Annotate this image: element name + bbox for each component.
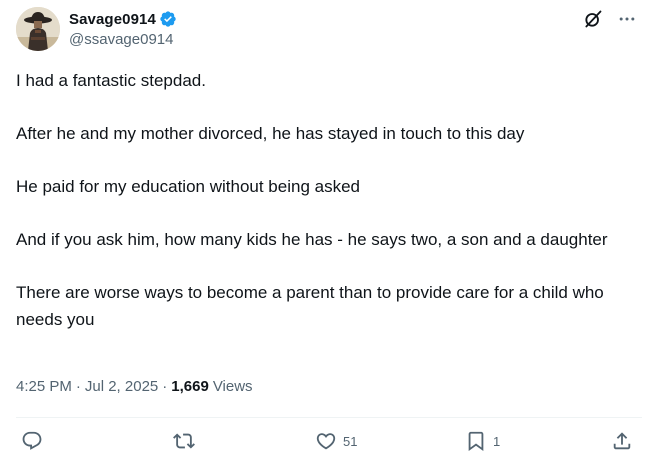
tweet-paragraph: And if you ask him, how many kids he has… — [16, 230, 608, 249]
bookmark-icon — [465, 430, 487, 452]
avatar-image — [16, 7, 60, 51]
tweet-text: I had a fantastic stepdad. After he and … — [16, 68, 646, 333]
name-row: Savage0914 — [69, 9, 177, 29]
top-actions — [582, 8, 638, 30]
tweet-paragraph: After he and my mother divorced, he has … — [16, 124, 525, 143]
repost-button[interactable] — [173, 430, 201, 452]
tweet-date[interactable]: Jul 2, 2025 — [85, 378, 158, 395]
avatar[interactable] — [16, 7, 60, 51]
divider — [16, 417, 642, 418]
reply-button[interactable] — [21, 430, 49, 452]
views-count: 1,669 — [171, 378, 209, 395]
meta-separator: · — [75, 378, 81, 395]
like-count: 51 — [343, 433, 358, 449]
meta-separator: · — [162, 378, 168, 395]
like-button[interactable]: 51 — [315, 430, 357, 452]
tweet-time[interactable]: 4:25 PM — [16, 378, 72, 395]
like-icon — [315, 430, 337, 452]
bookmark-button[interactable]: 1 — [465, 430, 500, 452]
tweet-paragraph: There are worse ways to become a parent … — [16, 283, 604, 329]
grok-icon[interactable] — [582, 8, 604, 30]
tweet-card: Savage0914 @ssavage0914 I had a fantasti… — [0, 0, 658, 466]
reply-icon — [21, 430, 43, 452]
action-bar: 51 1 — [0, 430, 658, 458]
display-name[interactable]: Savage0914 — [69, 11, 156, 28]
verified-badge-icon — [159, 10, 177, 28]
more-icon[interactable] — [616, 8, 638, 30]
tweet-meta: 4:25 PM · Jul 2, 2025 · 1,669 Views — [16, 378, 253, 395]
tweet-paragraph: He paid for my education without being a… — [16, 177, 360, 196]
repost-icon — [173, 430, 195, 452]
bookmark-count: 1 — [493, 433, 501, 449]
views-label: Views — [212, 378, 253, 395]
share-icon — [611, 430, 633, 452]
share-button[interactable] — [611, 430, 633, 452]
tweet-paragraph: I had a fantastic stepdad. — [16, 71, 206, 90]
user-handle[interactable]: @ssavage0914 — [69, 31, 173, 48]
